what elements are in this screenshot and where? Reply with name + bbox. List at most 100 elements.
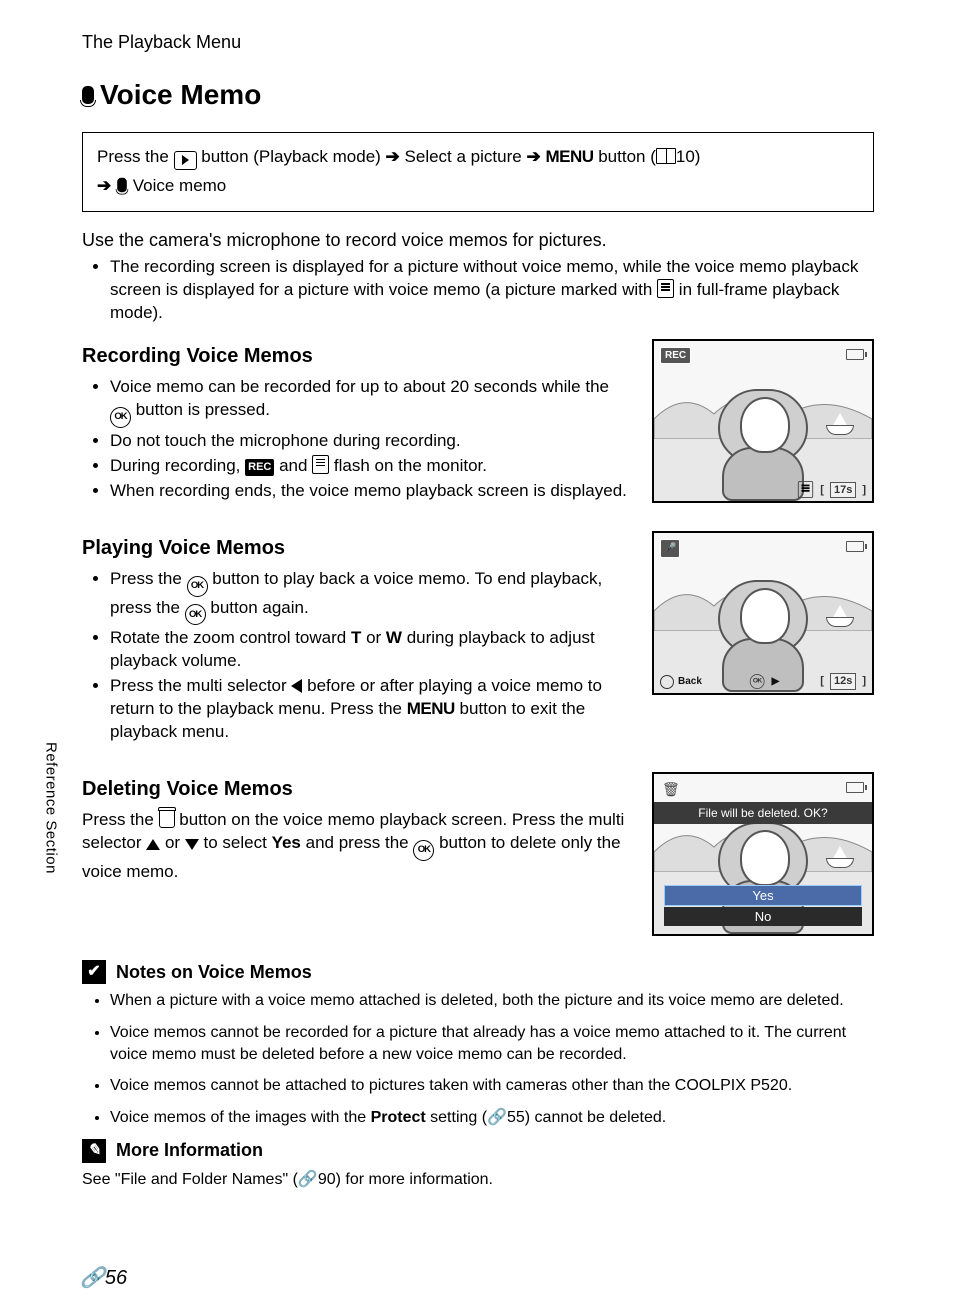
- page-title: Voice Memo: [82, 76, 874, 114]
- recording-bullet-2: Do not touch the microphone during recor…: [110, 430, 634, 453]
- ok-button-icon: OK: [187, 576, 208, 597]
- more-info-text: See "File and Folder Names" (🔗90) for mo…: [82, 1169, 874, 1191]
- text: and press the: [301, 833, 413, 852]
- recording-screen-illustration: REC [ 17s ]: [652, 339, 874, 503]
- playback-time: 12s: [830, 673, 856, 690]
- deleting-paragraph: Press the button on the voice memo playb…: [82, 809, 634, 884]
- option-no: No: [664, 907, 862, 927]
- recording-bullet-1: Voice memo can be recorded for up to abo…: [110, 376, 634, 428]
- circle-icon: [660, 675, 674, 689]
- microphone-icon: [117, 178, 127, 192]
- confirm-text: File will be deleted. OK?: [654, 802, 872, 824]
- intro-text: Use the camera's microphone to record vo…: [82, 228, 874, 252]
- trash-button-icon: [159, 810, 175, 828]
- voice-memo-mark-icon: [312, 455, 329, 474]
- note-3: Voice memos cannot be attached to pictur…: [110, 1075, 874, 1097]
- title-text: Voice Memo: [100, 76, 261, 114]
- intro-bullet: The recording screen is displayed for a …: [110, 256, 874, 325]
- text: button is pressed.: [131, 400, 270, 419]
- yes-word: Yes: [272, 833, 301, 852]
- playback-button-icon: [174, 151, 197, 170]
- playing-bullet-2: Rotate the zoom control toward T or W du…: [110, 627, 634, 673]
- zoom-t: T: [351, 628, 361, 647]
- battery-icon: [846, 349, 864, 360]
- text: Voice memos of the images with the: [110, 1109, 371, 1126]
- back-hint: Back: [660, 675, 702, 689]
- back-label: Back: [678, 675, 702, 689]
- voice-memo-mark-icon: [657, 279, 674, 298]
- text: to select: [199, 833, 272, 852]
- menu-button-label: MENU: [545, 147, 593, 166]
- option-yes: Yes: [664, 885, 862, 907]
- arrow-icon: ➔: [386, 147, 400, 166]
- text: flash on the monitor.: [329, 456, 487, 475]
- ok-button-icon: OK: [750, 674, 765, 689]
- breadcrumb: The Playback Menu: [82, 30, 874, 54]
- mic-badge: 🎤: [660, 539, 680, 559]
- delete-screen-illustration: 🗑 File will be deleted. OK? Yes No: [652, 772, 874, 936]
- zoom-w: W: [386, 628, 402, 647]
- menu-button-label: MENU: [407, 699, 455, 718]
- text: and: [274, 456, 312, 475]
- recording-bullet-4: When recording ends, the voice memo play…: [110, 480, 634, 503]
- caution-icon: ✔: [82, 960, 106, 984]
- note-1: When a picture with a voice memo attache…: [110, 990, 874, 1012]
- note-4: Voice memos of the images with the Prote…: [110, 1107, 874, 1129]
- text: Press the multi selector: [110, 676, 291, 695]
- protect-word: Protect: [371, 1109, 426, 1126]
- divider: ]: [862, 483, 866, 498]
- left-arrow-icon: [291, 679, 302, 693]
- notes-heading: Notes on Voice Memos: [116, 960, 312, 984]
- ok-button-icon: OK: [413, 840, 434, 861]
- note-2: Voice memos cannot be recorded for a pic…: [110, 1022, 874, 1065]
- nav-ref10: 10): [676, 147, 701, 166]
- divider: [: [820, 483, 824, 498]
- more-info-heading: More Information: [116, 1138, 263, 1162]
- text: setting (: [426, 1109, 487, 1126]
- up-arrow-icon: [146, 839, 160, 850]
- text: During recording,: [110, 456, 245, 475]
- battery-icon: [846, 541, 864, 552]
- cross-ref-icon: 🔗: [487, 1109, 507, 1126]
- heading-playing: Playing Voice Memos: [82, 535, 634, 562]
- ok-button-icon: OK: [110, 407, 131, 428]
- sailboat-graphic: [826, 844, 854, 868]
- nav-playback-mode: button (Playback mode): [197, 147, 381, 166]
- person-graphic: [718, 570, 808, 680]
- ok-button-icon: OK: [185, 604, 206, 625]
- person-graphic: [718, 379, 808, 489]
- playing-bullet-1: Press the OK button to play back a voice…: [110, 568, 634, 626]
- sailboat-graphic: [826, 603, 854, 627]
- playback-screen-illustration: 🎤 Back OK ▶ [ 12s ]: [652, 531, 874, 695]
- page-number-value: 56: [105, 1267, 127, 1289]
- microphone-icon: [82, 86, 94, 104]
- text: 90) for more information.: [318, 1171, 493, 1188]
- cross-ref-icon: 🔗: [80, 1267, 105, 1289]
- text: Press the: [110, 569, 187, 588]
- text: or: [361, 628, 386, 647]
- rec-indicator-icon: REC: [245, 459, 274, 476]
- section-tab-label: Reference Section: [40, 742, 60, 874]
- pause-play-icon: ▶: [772, 675, 780, 689]
- divider: [: [820, 674, 824, 689]
- info-icon: ✎: [82, 1139, 106, 1163]
- manual-ref-icon: [656, 148, 676, 164]
- recording-bullet-3: During recording, REC and flash on the m…: [110, 455, 634, 478]
- cross-ref-icon: 🔗: [298, 1171, 318, 1188]
- heading-recording: Recording Voice Memos: [82, 343, 634, 370]
- down-arrow-icon: [185, 839, 199, 850]
- nav-voice-memo: Voice memo: [133, 176, 227, 195]
- nav-select-picture: Select a picture: [405, 147, 522, 166]
- voice-memo-mark-icon: [798, 481, 813, 498]
- page-number: 🔗56: [80, 1265, 127, 1292]
- nav-press: Press the: [97, 147, 169, 166]
- recording-time: 17s: [830, 482, 856, 499]
- playing-bullet-3: Press the multi selector before or after…: [110, 675, 634, 744]
- ok-play-hint: OK ▶: [747, 671, 780, 692]
- text: button again.: [206, 598, 309, 617]
- arrow-icon: ➔: [526, 147, 540, 166]
- text: Voice memo can be recorded for up to abo…: [110, 377, 609, 396]
- sailboat-graphic: [826, 411, 854, 435]
- text: Press the: [82, 810, 159, 829]
- nav-button-word: button (: [594, 147, 656, 166]
